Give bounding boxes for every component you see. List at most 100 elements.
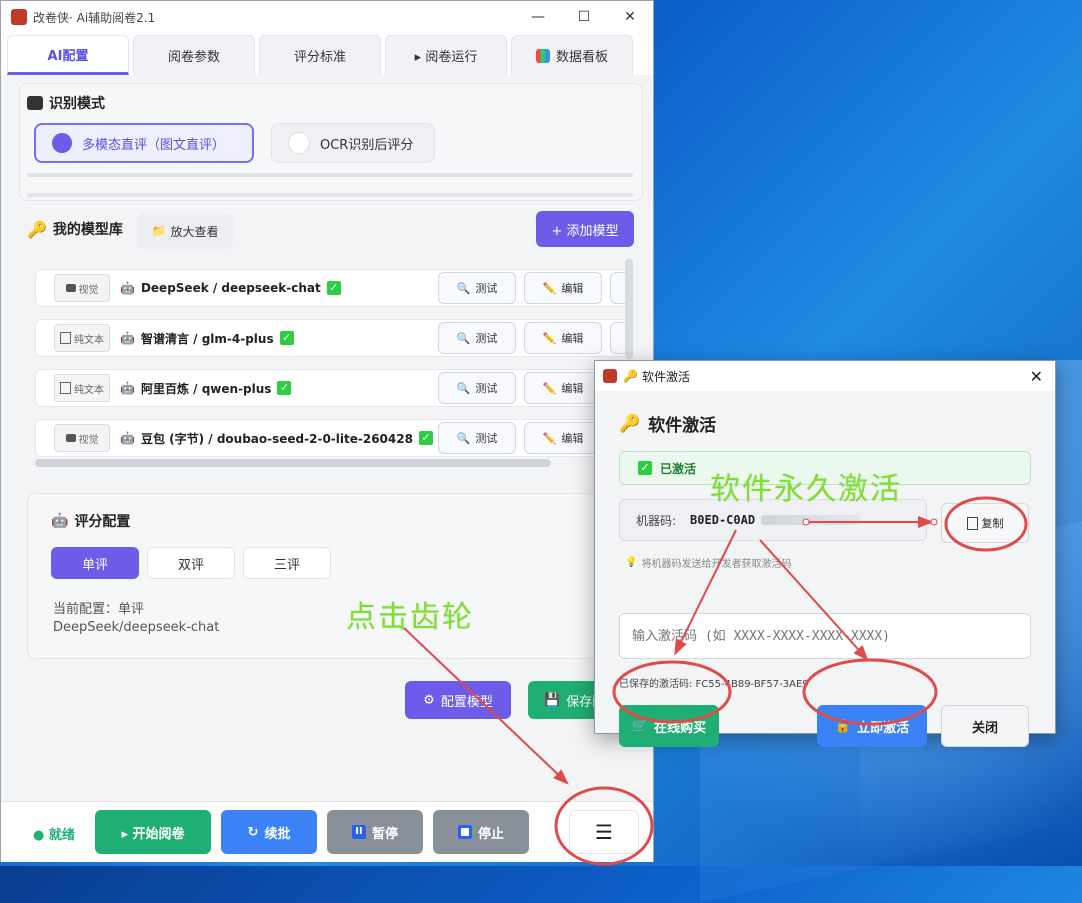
robot-icon: 🤖 (120, 431, 135, 445)
tab-grading-run[interactable]: ▸ 阅卷运行 (385, 35, 507, 75)
recognition-title: 识别模式 (27, 93, 105, 113)
robot-icon: 🤖 (120, 331, 135, 345)
horizontal-scrollbar[interactable] (35, 459, 551, 467)
tab-scoring-standard[interactable]: 评分标准 (259, 35, 381, 75)
seg-label: 单评 (81, 557, 108, 573)
mode-label: OCR识别后评分 (320, 137, 414, 153)
activation-code-input[interactable] (619, 613, 1031, 659)
current-config: 当前配置：单评 DeepSeek/deepseek-chat (53, 601, 219, 637)
mode-double[interactable]: 双评 (147, 547, 235, 579)
heading-text: 软件激活 (648, 416, 717, 436)
tab-grading-params[interactable]: 阅卷参数 (133, 35, 255, 75)
model-row: 纯文本 🤖 智谱清言 / glm-4-plus ✓ 🔍 测试 ✏️ 编辑 (35, 319, 633, 357)
edit-button[interactable]: ✏️ 编辑 (524, 422, 602, 454)
dialog-close-icon[interactable]: ✕ (1030, 367, 1043, 386)
enabled-checkbox[interactable]: ✓ (418, 431, 433, 445)
minimize-button[interactable]: — (515, 9, 561, 25)
tab-bar: AI配置 阅卷参数 评分标准 ▸ 阅卷运行 数据看板 (1, 33, 653, 75)
model-library-title-text: 我的模型库 (52, 222, 123, 238)
vertical-scrollbar[interactable] (625, 259, 633, 359)
lock-icon: 🔒 (834, 718, 852, 734)
pencil-icon: ✏️ (542, 431, 557, 445)
edit-label: 编辑 (561, 382, 584, 395)
mode-triple[interactable]: 三评 (243, 547, 331, 579)
copy-button[interactable]: 复制 (941, 503, 1029, 543)
config-model-label: 配置模型 (440, 694, 493, 710)
activate-now-button[interactable]: 🔒 立即激活 (817, 705, 927, 747)
camera-icon (27, 96, 43, 110)
mode-ocr[interactable]: OCR识别后评分 (271, 123, 435, 163)
start-grading-button[interactable]: ▸ 开始阅卷 (95, 810, 211, 854)
tag-label: 纯文本 (74, 384, 104, 396)
enabled-checkbox[interactable]: ✓ (279, 331, 294, 345)
dialog-close-button[interactable]: 关闭 (941, 705, 1029, 747)
vision-icon (65, 284, 76, 292)
close-button[interactable]: ✕ (607, 9, 653, 25)
pause-label: 暂停 (371, 826, 398, 842)
maximize-button[interactable]: ☐ (561, 9, 607, 25)
edit-button[interactable]: ✏️ 编辑 (524, 322, 602, 354)
scoring-title-text: 评分配置 (74, 514, 131, 530)
machine-code-blur (761, 515, 862, 525)
search-icon: 🔍 (456, 281, 471, 295)
mode-multimodal[interactable]: 多模态直评（图文直评） (34, 123, 254, 163)
model-row: 视觉 🤖 豆包 (字节) / doubao-seed-2-0-lite-26042… (35, 419, 633, 457)
model-tag: 纯文本 (54, 374, 110, 402)
test-button[interactable]: 🔍 测试 (438, 422, 516, 454)
zoom-view-button[interactable]: 📁 放大查看 (137, 213, 233, 249)
edit-button[interactable]: ✏️ 编辑 (524, 372, 602, 404)
tab-label: 阅卷参数 (167, 50, 220, 65)
edit-button[interactable]: ✏️ 编辑 (524, 272, 602, 304)
model-name: 🤖 智谱清言 / glm-4-plus ✓ (120, 330, 294, 347)
model-tag: 视觉 (54, 424, 110, 452)
dialog-body: 🔑 软件激活 ✓ 已激活 机器码: B0ED-C0AD 复制 💡 将机器码发送给… (595, 391, 1055, 747)
buy-label: 在线购买 (654, 720, 707, 736)
test-button[interactable]: 🔍 测试 (438, 372, 516, 404)
radio-unselected-icon (288, 132, 310, 154)
tag-label: 视觉 (78, 284, 99, 296)
enabled-checkbox[interactable]: ✓ (277, 381, 292, 395)
window-title: 改卷侠· Ai辅助阅卷2.1 (33, 10, 156, 25)
test-button[interactable]: 🔍 测试 (438, 322, 516, 354)
search-icon: 🔍 (456, 331, 471, 345)
key-icon: 🔑 (27, 219, 47, 239)
test-label: 测试 (475, 382, 498, 395)
activation-dialog: 🔑 软件激活 ✕ 🔑 软件激活 ✓ 已激活 机器码: B0ED-C0AD 复制 … (594, 360, 1056, 747)
model-row: 纯文本 🤖 阿里百炼 / qwen-plus ✓ 🔍 测试 ✏️ 编辑 (35, 369, 633, 407)
app-icon (11, 9, 27, 25)
enabled-checkbox[interactable]: ✓ (326, 281, 341, 295)
model-list: 视觉 🤖 DeepSeek / deepseek-chat ✓ 🔍 测试 ✏️ 编辑 纯… (27, 259, 633, 469)
machine-code-label: 机器码: (636, 513, 677, 528)
model-name-text: 豆包 (字节) / doubao-seed-2-0-lite-260428 (140, 431, 413, 446)
lightbulb-icon: 💡 (625, 557, 638, 568)
text-icon (60, 382, 71, 394)
model-tag: 视觉 (54, 274, 110, 302)
pause-button[interactable]: II 暂停 (327, 810, 423, 854)
machine-code-value[interactable]: B0ED-C0AD (690, 513, 755, 527)
test-button[interactable]: 🔍 测试 (438, 272, 516, 304)
pencil-icon: ✏️ (542, 381, 557, 395)
resume-label: 续批 (264, 826, 291, 842)
edit-label: 编辑 (561, 282, 584, 295)
tab-dashboard[interactable]: 数据看板 (511, 35, 633, 75)
pause-icon: II (351, 825, 366, 839)
test-label: 测试 (475, 332, 498, 345)
buy-online-button[interactable]: 🛒 在线购买 (619, 705, 719, 747)
mode-single[interactable]: 单评 (51, 547, 139, 579)
gear-icon: ⚙ (423, 692, 435, 708)
add-model-button[interactable]: + 添加模型 (536, 211, 634, 247)
stop-button[interactable]: 停止 (433, 810, 529, 854)
config-model-button[interactable]: ⚙ 配置模型 (405, 681, 511, 719)
saved-code: 已保存的激活码: FC55-4B89-BF57-3AE9 (619, 679, 809, 690)
activated-text: 已激活 (660, 461, 697, 476)
pencil-icon: ✏️ (542, 331, 557, 345)
cart-icon: 🛒 (631, 718, 649, 734)
add-model-label: + 添加模型 (551, 223, 619, 239)
text-icon (60, 332, 71, 344)
menu-gear-button[interactable]: ☰ (569, 810, 639, 854)
dialog-title-bar: 🔑 软件激活 ✕ (595, 361, 1055, 391)
seg-label: 三评 (273, 557, 300, 573)
tag-label: 纯文本 (74, 334, 104, 346)
tab-ai-config[interactable]: AI配置 (7, 35, 129, 75)
resume-button[interactable]: ↻ 续批 (221, 810, 317, 854)
